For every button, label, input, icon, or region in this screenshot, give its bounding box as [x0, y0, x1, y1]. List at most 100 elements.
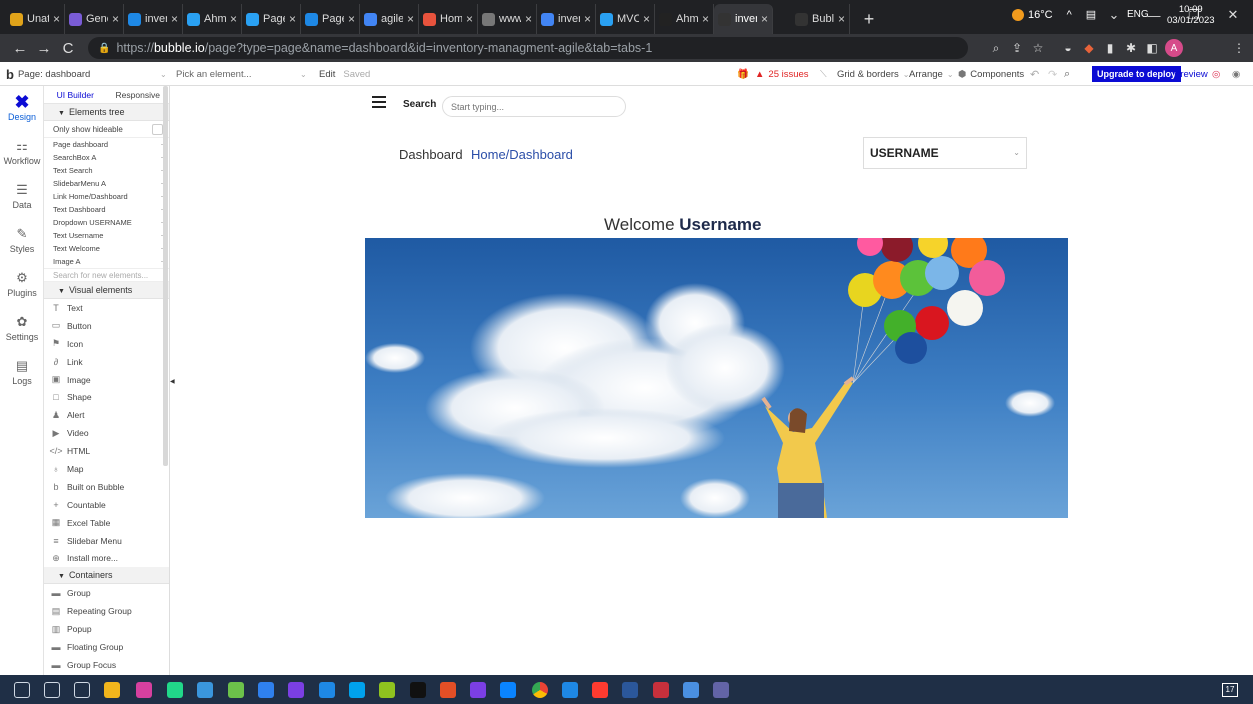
redo-icon[interactable]: ↷ — [1048, 62, 1057, 86]
elements-tree-header[interactable]: ▼ Elements tree — [44, 104, 169, 121]
browser-tab[interactable]: Ahm × — [183, 4, 242, 34]
chrome-icon[interactable] — [532, 682, 548, 698]
browser-tab[interactable]: inver × — [714, 4, 773, 34]
browser-tab[interactable]: agile × — [360, 4, 419, 34]
browser-tab[interactable]: inver × — [124, 4, 183, 34]
powerbi-icon[interactable] — [228, 682, 244, 698]
visual-element-item[interactable]: ♟ Alert — [44, 406, 169, 424]
ruler-icon[interactable]: ⟍ — [820, 62, 827, 86]
app-icon[interactable] — [258, 682, 274, 698]
puzzle-extensions-icon[interactable]: ✱ — [1121, 38, 1141, 58]
preview-button[interactable]: Preview — [1174, 62, 1208, 86]
close-tab-icon[interactable]: × — [643, 12, 650, 26]
issues-indicator[interactable]: ▲ 25 issues — [755, 62, 809, 86]
tree-item[interactable]: Text Welcome — [44, 242, 169, 255]
browser-tab[interactable]: Ahm × — [655, 4, 714, 34]
close-tab-icon[interactable]: × — [584, 12, 591, 26]
visual-element-item[interactable]: </> HTML — [44, 442, 169, 460]
visual-element-item[interactable]: + Countable — [44, 496, 169, 514]
tree-item[interactable]: Dropdown USERNAME — [44, 216, 169, 229]
close-tab-icon[interactable]: × — [112, 12, 119, 26]
edit-menu[interactable]: Edit Saved — [319, 62, 370, 86]
keyboard-icon[interactable]: ▤ — [1086, 8, 1096, 21]
photoshop-icon[interactable] — [136, 682, 152, 698]
app-icon[interactable] — [197, 682, 213, 698]
close-tab-icon[interactable]: × — [171, 12, 178, 26]
app-icon[interactable] — [470, 682, 486, 698]
share-icon[interactable]: ⇪ — [1007, 38, 1027, 58]
close-tab-icon[interactable]: × — [348, 12, 355, 26]
zoom-icon[interactable]: ⌕ — [986, 38, 1006, 58]
app-icon[interactable] — [410, 682, 426, 698]
task-view-icon[interactable] — [74, 682, 90, 698]
tree-item[interactable]: Link Home/Dashboard — [44, 190, 169, 203]
visual-element-item[interactable]: ∂ Link — [44, 353, 169, 371]
file-explorer-icon[interactable] — [104, 682, 120, 698]
close-tab-icon[interactable]: × — [289, 12, 296, 26]
hamburger-menu-icon[interactable] — [372, 96, 386, 108]
notification-center-icon[interactable]: 17 — [1222, 683, 1238, 697]
containers-header[interactable]: ▼ Containers — [44, 567, 169, 585]
panel-scrollbar[interactable] — [163, 86, 168, 466]
collapse-panel-icon[interactable]: ◀ — [170, 378, 175, 385]
close-tab-icon[interactable]: × — [466, 12, 473, 26]
tree-item[interactable]: Text Dashboard — [44, 203, 169, 216]
container-item[interactable]: ▬ Floating Group — [44, 638, 169, 656]
container-item[interactable]: ▤ Repeating Group — [44, 602, 169, 620]
close-tab-icon[interactable]: × — [230, 12, 237, 26]
tree-item[interactable]: SlidebarMenu A — [44, 177, 169, 190]
grid-borders-menu[interactable]: Grid & borders ⌄ — [837, 62, 909, 86]
browser-tab[interactable]: Hom × — [419, 4, 478, 34]
reload-icon[interactable]: C — [56, 36, 80, 60]
close-tab-icon[interactable]: × — [838, 12, 845, 26]
only-show-hideable-toggle[interactable]: Only show hideable — [44, 121, 169, 138]
close-tab-icon[interactable]: × — [525, 12, 532, 26]
element-picker[interactable]: Pick an element... — [176, 62, 252, 86]
weather-widget[interactable]: 16°C ^ ▤ — [1012, 8, 1096, 21]
visual-element-item[interactable]: ⊕ Install more... — [44, 549, 169, 567]
app-icon[interactable] — [440, 682, 456, 698]
arrange-menu[interactable]: Arrange ⌄ — [909, 62, 954, 86]
browser-tab[interactable]: Gene× — [65, 4, 124, 34]
bookmark-star-icon[interactable]: ☆ — [1028, 38, 1048, 58]
visual-element-item[interactable]: ⚑ Icon — [44, 335, 169, 353]
visual-element-item[interactable]: ▣ Image — [44, 371, 169, 389]
address-bar[interactable]: 🔒 https://bubble.io/page?type=page&name=… — [88, 37, 968, 59]
app-icon[interactable] — [500, 682, 516, 698]
close-tab-icon[interactable]: × — [702, 12, 709, 26]
teams-icon[interactable] — [713, 682, 729, 698]
visual-element-item[interactable]: ▭ Button — [44, 317, 169, 335]
rail-item-design[interactable]: ✖ Design — [0, 86, 44, 130]
metamask-extension-icon[interactable]: ◆ — [1079, 38, 1099, 58]
extension-icon[interactable]: ▮ — [1100, 38, 1120, 58]
page-selector-chevron-icon[interactable]: ⌄ — [160, 62, 167, 86]
close-tab-icon[interactable]: × — [407, 12, 414, 26]
browser-tab[interactable]: www × — [478, 4, 537, 34]
search-input[interactable] — [442, 96, 626, 117]
rail-item-styles[interactable]: ✎ Styles — [0, 218, 44, 262]
upgrade-to-deploy-button[interactable]: Upgrade to deploy — [1092, 62, 1182, 86]
search-elements-input[interactable]: Search for new elements... — [44, 268, 169, 282]
visual-element-item[interactable]: ♁ Map — [44, 460, 169, 478]
hideable-checkbox[interactable] — [152, 124, 163, 135]
windows-start-icon[interactable] — [14, 682, 30, 698]
acrobat-icon[interactable] — [653, 682, 669, 698]
visual-element-item[interactable]: ≡ Slidebar Menu — [44, 532, 169, 550]
app-icon[interactable] — [349, 682, 365, 698]
visual-element-item[interactable]: ▶ Video — [44, 424, 169, 442]
app-icon[interactable] — [319, 682, 335, 698]
visual-element-item[interactable]: b Built on Bubble — [44, 478, 169, 496]
container-item[interactable]: ▥ Popup — [44, 620, 169, 638]
search-icon[interactable] — [44, 682, 60, 698]
breadcrumb-home-link[interactable]: Home/Dashboard — [471, 147, 573, 162]
tab-responsive[interactable]: Responsive — [107, 86, 170, 103]
rail-item-workflow[interactable]: ⚏ Workflow — [0, 130, 44, 174]
pycharm-icon[interactable] — [167, 682, 183, 698]
profile-avatar[interactable]: A — [1165, 39, 1183, 57]
language-indicator[interactable]: ENG — [1127, 9, 1149, 20]
tree-item[interactable]: Text Search — [44, 164, 169, 177]
extension-icon[interactable]: ◒ — [1058, 38, 1078, 58]
tab-ui-builder[interactable]: UI Builder — [44, 86, 107, 103]
tree-item[interactable]: Image A — [44, 255, 169, 268]
undo-icon[interactable]: ↶ — [1030, 62, 1039, 86]
